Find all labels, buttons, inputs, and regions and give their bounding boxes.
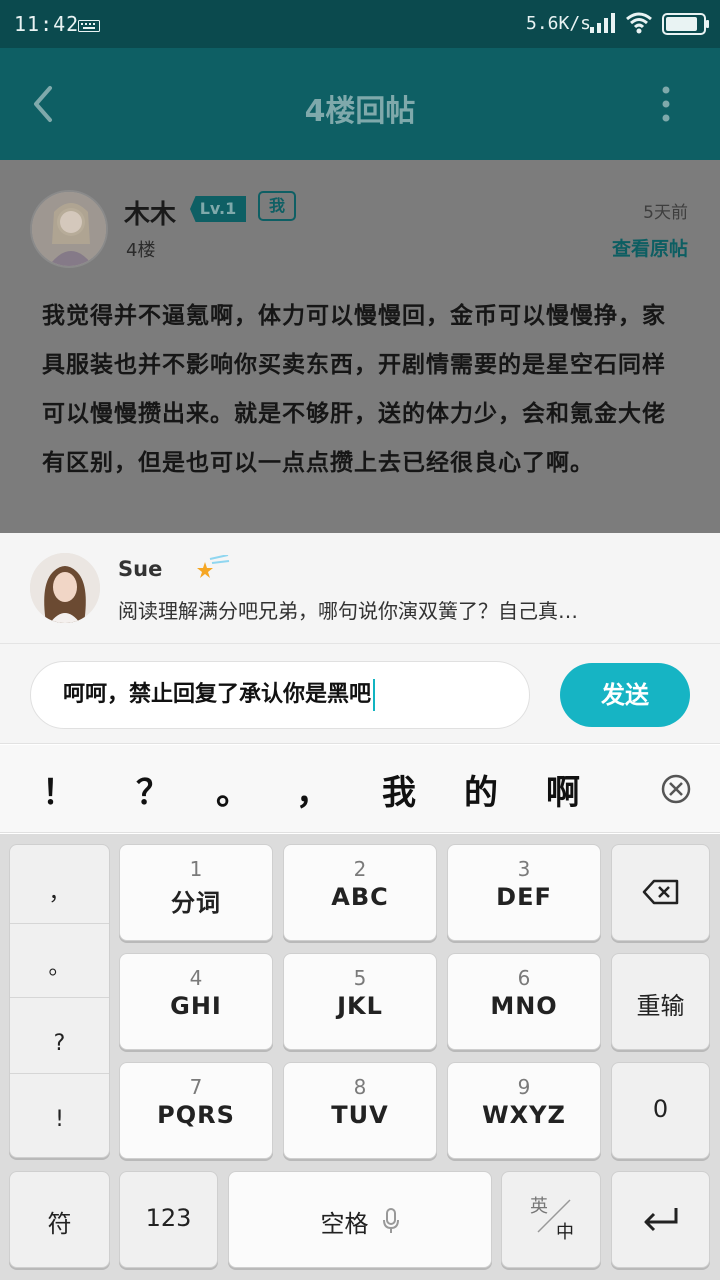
key-4[interactable]: 4 GHI (119, 953, 273, 1050)
key-digit: 1 (189, 857, 203, 881)
page-title: 4楼回帖 (304, 94, 416, 129)
key-letters: PQRS (157, 1101, 235, 1129)
symbols-key[interactable]: 符 (9, 1171, 110, 1268)
me-badge: 我 (258, 191, 296, 221)
candidate-item[interactable]: ！ (42, 765, 76, 814)
enter-key[interactable] (611, 1171, 710, 1268)
symbol-key[interactable]: 。 (10, 949, 109, 981)
key-digit: 8 (353, 1075, 367, 1099)
quoted-reply: Sue 阅读理解满分吧兄弟，哪句说你演双簧了？自己真… (0, 533, 720, 644)
symbol-column[interactable]: ， 。 ? ! (9, 844, 110, 1158)
avatar[interactable] (30, 190, 108, 268)
key-letters: TUV (331, 1101, 389, 1129)
text-cursor (373, 679, 376, 711)
backspace-key[interactable] (611, 844, 710, 941)
more-vertical-icon (662, 86, 670, 122)
level-badge: Lv.1 (190, 196, 246, 222)
symbol-key[interactable]: ! (10, 1107, 109, 1132)
candidate-item[interactable]: ， (296, 765, 330, 814)
divider (10, 923, 109, 924)
zero-label: 0 (652, 1095, 669, 1123)
reenter-label: 重输 (636, 992, 685, 1020)
key-digit: 2 (353, 857, 367, 881)
key-letters: GHI (170, 992, 222, 1020)
key-letters: JKL (337, 992, 383, 1020)
zero-key[interactable]: 0 (611, 1062, 710, 1159)
close-candidates-button[interactable] (660, 773, 692, 805)
key-digit: 5 (353, 966, 367, 990)
key-6[interactable]: 6 MNO (447, 953, 601, 1050)
lang-zh-label: 中 (556, 1222, 574, 1243)
key-letters: ABC (331, 883, 389, 911)
signal-icon (590, 13, 618, 37)
reenter-key[interactable]: 重输 (611, 953, 710, 1050)
wifi-icon (626, 12, 652, 38)
symbol-key[interactable]: ， (10, 875, 109, 907)
status-bar: 11:42 5.6K/s (0, 0, 720, 48)
reply-input[interactable]: 呵呵，禁止回复了承认你是黑吧 (30, 661, 530, 729)
divider (10, 997, 109, 998)
key-7[interactable]: 7 PQRS (119, 1062, 273, 1159)
key-digit: 7 (189, 1075, 203, 1099)
space-key[interactable]: 空格 (228, 1171, 492, 1268)
candidate-item[interactable]: 的 (464, 765, 498, 814)
post-body: 我觉得并不逼氪啊，体力可以慢慢回，金币可以慢慢挣，家具服装也并不影响你买卖东西，… (42, 303, 666, 476)
quote-text: 阅读理解满分吧兄弟，哪句说你演双簧了？自己真… (118, 599, 578, 623)
key-digit: 4 (189, 966, 203, 990)
battery-icon (662, 13, 710, 39)
candidate-item[interactable]: 啊 (546, 765, 580, 814)
candidate-item[interactable]: 我 (382, 765, 416, 814)
key-9[interactable]: 9 WXYZ (447, 1062, 601, 1159)
original-post: 木木 Lv.1 我 4楼 5天前 查看原帖 我觉得并不逼氪啊，体力可以慢慢回，金… (0, 160, 720, 533)
symbols-label: 符 (47, 1210, 72, 1238)
key-digit: 3 (517, 857, 531, 881)
key-2[interactable]: 2 ABC (283, 844, 437, 941)
numbers-label: 123 (145, 1204, 192, 1232)
candidate-item[interactable]: 。 (216, 765, 250, 814)
status-time: 11:42 (14, 12, 80, 36)
reply-bar: 呵呵，禁止回复了承认你是黑吧 发送 (0, 644, 720, 744)
microphone-icon (382, 1207, 399, 1233)
post-author-name[interactable]: 木木 (124, 194, 176, 231)
symbol-key[interactable]: ? (10, 1031, 109, 1056)
key-3[interactable]: 3 DEF (447, 844, 601, 941)
enter-icon (644, 1208, 677, 1232)
key-8[interactable]: 8 TUV (283, 1062, 437, 1159)
post-time: 5天前 (643, 203, 688, 223)
key-letters: 分词 (171, 889, 221, 917)
candidate-item[interactable]: ？ (136, 765, 170, 814)
keyboard-indicator-icon (78, 17, 100, 36)
divider (10, 1073, 109, 1074)
send-button[interactable]: 发送 (560, 663, 690, 727)
ime-keyboard: ， 。 ? ! 1 分词 2 ABC 3 DEF 4 GHI 5 JKL 6 M… (0, 834, 720, 1280)
key-letters: MNO (490, 992, 558, 1020)
close-circle-icon (661, 774, 691, 804)
network-speed: 5.6K/s (526, 13, 592, 34)
avatar[interactable] (30, 553, 100, 623)
view-original-link[interactable]: 查看原帖 (612, 234, 688, 261)
post-floor: 4楼 (126, 240, 156, 261)
key-digit: 6 (517, 966, 531, 990)
reply-input-value: 呵呵，禁止回复了承认你是黑吧 (63, 682, 372, 707)
key-1[interactable]: 1 分词 (119, 844, 273, 941)
key-letters: DEF (496, 883, 552, 911)
key-letters: WXYZ (482, 1101, 566, 1129)
app-bar: 4楼回帖 (0, 48, 720, 160)
ime-candidate-bar: ！ ？ 。 ， 我 的 啊 (0, 745, 720, 833)
numbers-key[interactable]: 123 (119, 1171, 218, 1268)
shooting-star-icon (196, 554, 230, 585)
language-toggle-key[interactable]: 英 中 (501, 1171, 601, 1268)
key-digit: 9 (517, 1075, 531, 1099)
space-label: 空格 (320, 1210, 369, 1238)
quote-author-name: Sue (118, 557, 163, 581)
key-5[interactable]: 5 JKL (283, 953, 437, 1050)
more-options-button[interactable] (656, 86, 676, 122)
backspace-icon (642, 879, 678, 905)
